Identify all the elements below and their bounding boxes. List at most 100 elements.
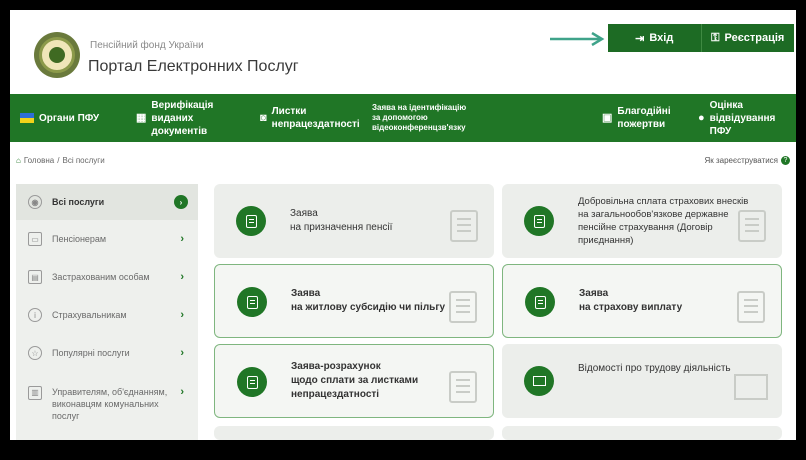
nav-verif-label: Верифікація виданих документів <box>151 99 240 138</box>
nav-item-rating[interactable]: ● Оцінка відвідування ПФУ <box>688 94 794 142</box>
info-icon: i <box>28 308 42 322</box>
document-icon <box>524 206 554 236</box>
sidebar-item-popular[interactable]: ☆ Популярні послуги › <box>16 334 198 372</box>
flag-icon <box>20 113 34 123</box>
service-card-pension[interactable]: Заява на призначення пенсії <box>214 184 494 258</box>
chevron-right-icon: › <box>180 309 184 321</box>
card-line2: на загальнообов'язкове державне <box>578 209 729 220</box>
nav-orgs-label: Органи ПФУ <box>39 112 100 124</box>
card-text: Заява на призначення пенсії <box>290 184 476 258</box>
nav-sick-label: Листки непрацездатності <box>272 105 360 131</box>
service-card-employment-info[interactable]: Відомості про трудову діяльність <box>502 344 782 418</box>
nav-item-sick-leave[interactable]: ◙ Листки непрацездатності <box>250 94 362 142</box>
how-to-register-label: Як зареєструватися <box>704 156 778 165</box>
browser-viewport: Пенсійний фонд України Портал Електронни… <box>10 10 796 440</box>
chevron-right-icon: › <box>180 386 184 398</box>
chevron-right-icon: › <box>174 195 188 209</box>
nav-ident-line2: за допомогою <box>372 113 428 122</box>
key-icon: ⚿ <box>711 31 720 44</box>
nav-sick-line1: Листки <box>271 106 307 117</box>
envelope-icon <box>524 366 554 396</box>
document-watermark-icon <box>738 210 766 242</box>
card-line4: приєднання) <box>578 235 634 246</box>
nav-item-charity[interactable]: ▣ Благодійні пожертви <box>592 94 688 142</box>
card-line3: пенсійне страхування (Договір <box>578 222 713 233</box>
document-icon <box>237 287 267 317</box>
service-card-partial[interactable] <box>214 426 494 440</box>
register-label: Реєстрація <box>724 32 785 44</box>
how-to-register-link[interactable]: Як зареєструватися ? <box>704 156 790 165</box>
chat-icon: ● <box>698 111 705 124</box>
sidebar-item-all-services[interactable]: ◉ Всі послуги › <box>16 184 198 220</box>
service-card-insurance-payment[interactable]: Заява на страхову виплату <box>502 264 782 338</box>
register-button[interactable]: ⚿ Реєстрація <box>700 24 795 52</box>
nav-rate-line2: відвідування ПФУ <box>709 112 776 137</box>
envelope-watermark-icon <box>734 374 768 400</box>
nav-rate-line1: Оцінка <box>709 99 743 111</box>
document-icon <box>236 206 266 236</box>
nav-item-verification[interactable]: ▦ Верифікація виданих документів <box>126 94 250 142</box>
logo-ring <box>39 37 75 73</box>
sidebar-item-label: Управителям, об'єднанням, виконавцям кому… <box>52 386 167 422</box>
all-services-icon: ◉ <box>28 195 42 209</box>
breadcrumb-current: Всі послуги <box>62 156 105 165</box>
login-icon: ⇥ <box>635 32 645 45</box>
nav-item-orgs[interactable]: Органи ПФУ <box>10 94 126 142</box>
auth-bar: ⇥ Вхід ⚿ Реєстрація <box>608 24 794 52</box>
document-watermark-icon <box>449 371 477 403</box>
verify-icon: ▦ <box>136 111 147 124</box>
card-text: Добровільна сплата страхових внесків на … <box>578 184 764 258</box>
label-line2: виконавцям комунальних <box>52 399 159 409</box>
document-watermark-icon <box>450 210 478 242</box>
breadcrumb-separator: / <box>57 156 60 165</box>
logo-core <box>49 47 65 63</box>
breadcrumb-bar: ⌂ Головна / Всі послуги Як зареєструвати… <box>10 142 796 182</box>
card-title: Заява <box>290 208 318 219</box>
service-card-voluntary-contributions[interactable]: Добровільна сплата страхових внесків на … <box>502 184 782 258</box>
service-card-sick-leave-payment[interactable]: Заява-розрахунок щодо сплати за листками… <box>214 344 494 418</box>
gift-icon: ▣ <box>602 111 613 124</box>
sidebar-item-managers[interactable]: ▥ Управителям, об'єднанням, виконавцям ко… <box>16 372 198 432</box>
nav-ident-line3: відеоконференцзв'язку <box>372 123 466 132</box>
service-card-subsidy[interactable]: Заява на житлову субсидію чи пільгу <box>214 264 494 338</box>
service-card-partial[interactable] <box>502 426 782 440</box>
sidebar-item-label: Популярні послуги <box>52 348 130 358</box>
pfu-logo[interactable] <box>34 32 80 78</box>
arrow-right-icon <box>550 32 605 46</box>
nav-charity-line1: Благодійні <box>617 106 671 117</box>
nav-verif-line1: Верифікація <box>151 99 214 111</box>
sidebar-item-label: Пенсіонерам <box>52 234 107 244</box>
label-line1: Управителям, об'єднанням, <box>52 387 168 397</box>
sidebar-item-label: Застрахованим особам <box>52 272 150 282</box>
nav-sick-line2: непрацездатності <box>271 119 360 130</box>
nav-charity-line2: пожертви <box>617 119 666 130</box>
chevron-right-icon: › <box>180 233 184 245</box>
main-nav: Органи ПФУ ▦ Верифікація виданих документ… <box>10 94 796 142</box>
document-watermark-icon <box>737 291 765 323</box>
question-icon: ? <box>781 156 790 165</box>
document-icon: ▤ <box>28 270 42 284</box>
nav-ident-line1: Заява на ідентифікацію <box>372 103 467 112</box>
portal-title: Портал Електронних Послуг <box>88 58 299 75</box>
breadcrumb: ⌂ Головна / Всі послуги <box>16 156 105 165</box>
sidebar-item-pensioners[interactable]: ▭ Пенсіонерам › <box>16 220 198 258</box>
nav-verif-line2: виданих документів <box>151 112 208 137</box>
nav-item-video-identification[interactable]: Заява на ідентифікацію за допомогою відеок… <box>362 94 592 142</box>
card-icon: ▭ <box>28 232 42 246</box>
camera-icon: ◙ <box>260 111 267 124</box>
nav-ident-label: Заява на ідентифікацію за допомогою відеок… <box>372 103 466 133</box>
site-header: Пенсійний фонд України Портал Електронни… <box>10 10 796 94</box>
sidebar-item-insured[interactable]: ▤ Застрахованим особам › <box>16 258 198 296</box>
document-icon <box>525 287 555 317</box>
label-line3: послуг <box>52 411 80 421</box>
breadcrumb-home[interactable]: Головна <box>24 156 54 165</box>
nav-rate-label: Оцінка відвідування ПФУ <box>710 99 784 138</box>
sidebar-item-label: Страхувальникам <box>52 310 127 320</box>
sidebar-item-insurers[interactable]: i Страхувальникам › <box>16 296 198 334</box>
sidebar-item-label: Всі послуги <box>52 197 105 207</box>
home-icon: ⌂ <box>16 156 21 165</box>
star-icon: ☆ <box>28 346 42 360</box>
chevron-right-icon: › <box>180 347 184 359</box>
login-button[interactable]: ⇥ Вхід <box>608 24 701 52</box>
org-name: Пенсійний фонд України <box>90 40 204 51</box>
